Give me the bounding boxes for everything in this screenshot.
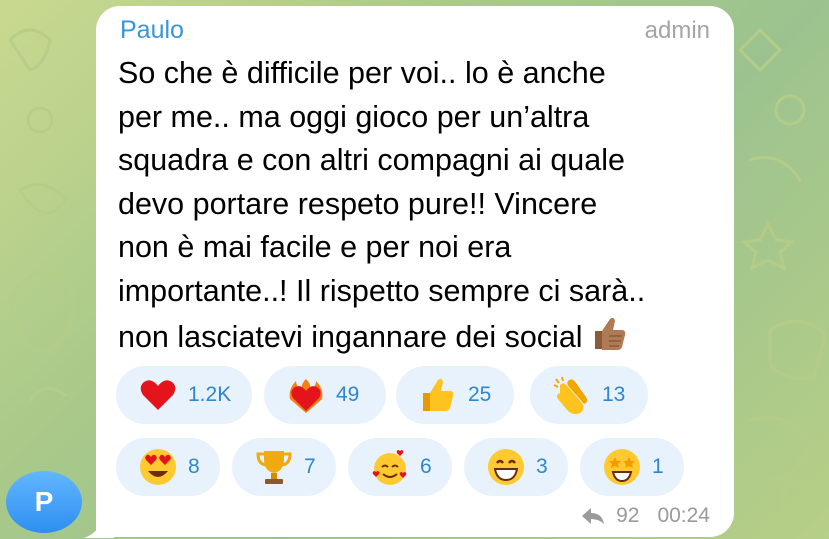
reaction-chip[interactable]: 3: [464, 438, 568, 496]
message-line: So che è difficile per voi.. lo è anche: [118, 56, 606, 90]
reaction-chip[interactable]: 7: [232, 438, 336, 496]
avatar-initial: P: [34, 486, 54, 517]
reaction-chip[interactable]: 13: [530, 366, 648, 424]
reaction-count: 3: [536, 455, 548, 478]
smiling-face-with-hearts-icon: [370, 447, 410, 487]
sender-name[interactable]: Paulo: [120, 16, 184, 45]
reaction-count: 7: [304, 455, 316, 478]
grinning-face-icon: [486, 447, 526, 487]
reaction-chip[interactable]: 6: [348, 438, 452, 496]
reaction-count: 13: [602, 383, 626, 406]
reaction-chip[interactable]: 8: [116, 438, 220, 496]
reaction-count: 6: [420, 455, 432, 478]
message-line: non lasciatevi ingannare dei social: [118, 320, 583, 354]
forward-count: 92: [616, 504, 640, 527]
red-heart-icon: [138, 375, 178, 415]
heart-eyes-face-icon: [138, 447, 178, 487]
reaction-chip[interactable]: 1: [580, 438, 684, 496]
thumbs-up-medium-skin-icon: [589, 313, 629, 366]
reaction-chip[interactable]: 1.2K: [116, 366, 252, 424]
thumbs-up-icon: [418, 375, 458, 415]
message-meta: 92 00:24: [580, 504, 710, 528]
clapping-hands-icon: [552, 375, 592, 415]
message-line: squadra e con altri compagni ai quale: [118, 143, 625, 177]
sender-avatar[interactable]: P: [6, 471, 82, 533]
reaction-count: 1.2K: [188, 383, 232, 406]
admin-badge: admin: [644, 17, 710, 44]
reaction-count: 25: [468, 383, 492, 406]
heart-on-fire-icon: [286, 375, 326, 415]
reaction-chip[interactable]: 25: [396, 366, 514, 424]
message-bubble[interactable]: Paulo admin So che è difficile per voi..…: [96, 6, 734, 537]
forward-arrow-icon: [582, 508, 605, 524]
reaction-count: 1: [652, 455, 664, 478]
reaction-chip[interactable]: 49: [264, 366, 386, 424]
reaction-count: 8: [188, 455, 200, 478]
message-line: per me.. ma oggi gioco per un’altra: [118, 99, 590, 134]
star-struck-face-icon: [602, 447, 642, 487]
message-line: devo portare respeto pure!! Vincere: [118, 186, 598, 221]
message-line: non è mai facile e per noi era: [118, 230, 512, 264]
message-line: importante..! Il rispetto sempre ci sarà…: [118, 273, 646, 308]
message-time: 00:24: [657, 504, 710, 527]
reaction-count: 49: [336, 383, 360, 406]
trophy-icon: [254, 447, 294, 487]
message-text: So che è difficile per voi.. lo è anche …: [118, 52, 718, 366]
